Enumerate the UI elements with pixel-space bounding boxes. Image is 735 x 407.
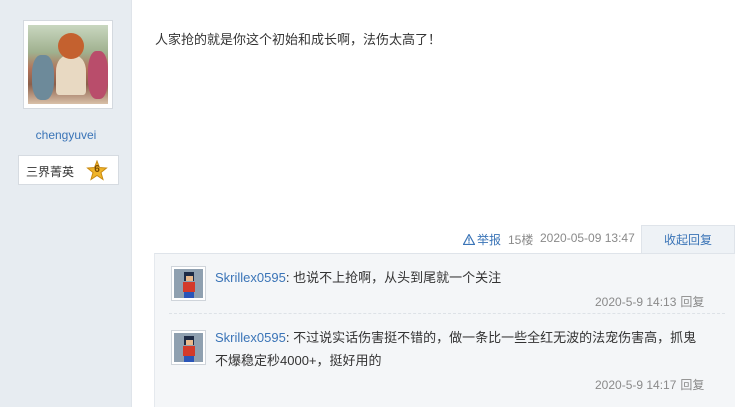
sub-reply-list: Skrillex0595: 也说不上抢啊，从头到尾就一个关注 2020-5-9 … — [154, 253, 735, 407]
rank-badge-box[interactable]: 三界菁英 6 — [18, 155, 119, 185]
reply-username[interactable]: Skrillex0595 — [215, 330, 286, 345]
reply-time: 2020-5-9 14:17 — [595, 378, 677, 392]
report-link[interactable]: 举报 — [462, 231, 502, 248]
list-item: Skrillex0595: 不过说实话伤害挺不错的，做一条比一些全红无波的法宠伤… — [155, 326, 725, 396]
list-item: Skrillex0595: 也说不上抢啊，从头到尾就一个关注 2020-5-9 … — [155, 266, 725, 326]
reply-text: 也说不上抢啊，从头到尾就一个关注 — [293, 270, 502, 285]
reply-time: 2020-5-9 14:13 — [595, 295, 677, 309]
reply-username[interactable]: Skrillex0595 — [215, 270, 286, 285]
collapse-replies-button[interactable]: 收起回复 — [641, 225, 735, 253]
reply-avatar[interactable] — [171, 266, 206, 301]
author-sidebar: chengyuvei 三界菁英 6 — [0, 0, 132, 407]
reply-separator: : — [285, 330, 294, 345]
reply-meta: 2020-5-9 14:17 回复 — [595, 376, 704, 393]
post-timestamp: 2020-05-09 13:47 — [540, 231, 635, 245]
rank-level: 6 — [94, 164, 100, 175]
floor-number: 15楼 — [508, 233, 534, 247]
rank-title: 三界菁英 — [26, 165, 75, 179]
avatar-image — [28, 25, 108, 104]
reply-body: Skrillex0595: 不过说实话伤害挺不错的，做一条比一些全红无波的法宠伤… — [215, 326, 705, 372]
author-username[interactable]: chengyuvei — [0, 128, 132, 142]
reply-button[interactable]: 回复 — [680, 295, 704, 309]
report-label: 举报 — [477, 233, 502, 247]
reply-divider — [169, 313, 725, 314]
author-avatar[interactable] — [23, 20, 113, 109]
star-badge-icon: 6 — [86, 159, 108, 182]
reply-meta: 2020-5-9 14:13 回复 — [595, 293, 704, 310]
reply-avatar[interactable] — [171, 330, 206, 365]
reply-body: Skrillex0595: 也说不上抢啊，从头到尾就一个关注 — [215, 266, 705, 289]
post-content: 人家抢的就是你这个初始和成长啊，法伤太高了！ — [155, 32, 442, 47]
reply-separator: : — [285, 270, 294, 285]
reply-button[interactable]: 回复 — [680, 378, 704, 392]
warning-triangle-icon — [462, 233, 476, 246]
